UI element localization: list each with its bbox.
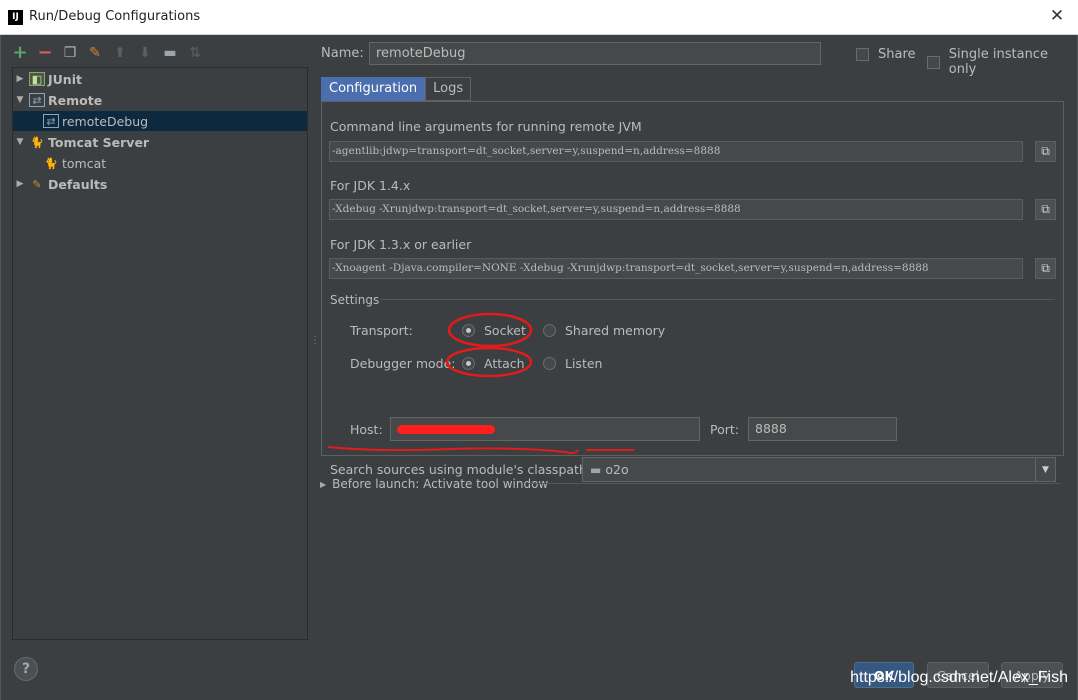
jdk13-field[interactable]: -Xnoagent -Djava.compiler=NONE -Xdebug -… xyxy=(329,258,1023,279)
share-checkbox[interactable]: Share xyxy=(856,47,916,62)
module-folder-icon: ▬ xyxy=(590,462,602,477)
folder-icon[interactable]: ▬ xyxy=(161,44,179,62)
before-launch-divider xyxy=(529,483,1061,484)
settings-divider xyxy=(380,299,1055,300)
move-up-icon[interactable]: ⬆ xyxy=(111,44,129,62)
tree-item-remote[interactable]: ▼ ⇄ Remote xyxy=(13,90,307,110)
name-input[interactable]: remoteDebug xyxy=(369,42,821,65)
remove-icon[interactable]: − xyxy=(36,44,54,62)
tab-logs[interactable]: Logs xyxy=(425,77,472,101)
host-label: Host: xyxy=(350,422,383,437)
port-label: Port: xyxy=(710,422,739,437)
transport-shared-memory-radio[interactable]: Shared memory xyxy=(543,323,665,338)
tomcat-icon: 🐈 xyxy=(30,135,44,149)
tree-item-tomcat-server[interactable]: ▼ 🐈 Tomcat Server xyxy=(13,132,307,152)
jdk14-field[interactable]: -Xdebug -Xrunjdwp:transport=dt_socket,se… xyxy=(329,199,1023,220)
copy-to-clipboard-icon[interactable]: ⧉ xyxy=(1035,141,1056,162)
settings-heading: Settings xyxy=(330,293,380,307)
window-title: Run/Debug Configurations xyxy=(29,9,201,24)
help-button[interactable]: ? xyxy=(14,657,38,681)
port-input[interactable]: 8888 xyxy=(748,417,897,441)
window-titlebar: IJ Run/Debug Configurations ✕ xyxy=(0,0,1078,35)
expand-arrow-icon[interactable]: ▶ xyxy=(13,74,27,84)
close-icon[interactable]: ✕ xyxy=(1046,5,1068,27)
wrench-icon: ✎ xyxy=(32,177,42,191)
junit-icon: ◧ xyxy=(29,72,45,86)
host-input[interactable] xyxy=(390,417,700,441)
cmd-args-label: Command line arguments for running remot… xyxy=(330,119,642,134)
cmd-args-field[interactable]: -agentlib:jdwp=transport=dt_socket,serve… xyxy=(329,141,1023,162)
redaction-mark xyxy=(397,425,495,434)
tree-item-remotedebug[interactable]: ⇄ remoteDebug xyxy=(13,111,307,131)
move-down-icon[interactable]: ⬇ xyxy=(136,44,154,62)
transport-socket-radio[interactable]: Socket xyxy=(462,323,526,338)
collapse-arrow-icon[interactable]: ▼ xyxy=(13,95,27,105)
jdk14-label: For JDK 1.4.x xyxy=(330,178,411,193)
copy-to-clipboard-icon[interactable]: ⧉ xyxy=(1035,258,1056,279)
tree-item-defaults[interactable]: ▶ ✎ Defaults xyxy=(13,174,307,194)
edit-defaults-icon[interactable]: ✎ xyxy=(86,44,104,62)
classpath-label: Search sources using module's classpath: xyxy=(330,462,592,477)
tree-item-junit[interactable]: ▶ ◧ JUnit xyxy=(13,69,307,89)
config-toolbar: + − ❐ ✎ ⬆ ⬇ ▬ ⇅ xyxy=(11,43,204,63)
debugger-mode-attach-radio[interactable]: Attach xyxy=(462,356,525,371)
configuration-panel: Command line arguments for running remot… xyxy=(321,101,1064,482)
debugger-mode-label: Debugger mode: xyxy=(350,356,456,371)
watermark-text: https://blog.csdn.net/Alex_Fish xyxy=(850,669,1068,686)
copy-to-clipboard-icon[interactable]: ⧉ xyxy=(1035,199,1056,220)
tree-item-tomcat[interactable]: 🐈 tomcat xyxy=(13,153,307,173)
config-tabs: Configuration Logs xyxy=(321,77,472,101)
expand-arrow-icon[interactable]: ▶ xyxy=(13,179,27,189)
debugger-mode-listen-radio[interactable]: Listen xyxy=(543,356,602,371)
tab-configuration[interactable]: Configuration xyxy=(321,77,426,101)
module-select[interactable]: ▬ o2o ▼ xyxy=(582,457,1056,482)
expand-arrow-icon[interactable]: ▶ xyxy=(320,480,326,489)
config-tree: ▶ ◧ JUnit ▼ ⇄ Remote ⇄ remoteDebug ▼ 🐈 T… xyxy=(12,67,308,640)
run-debug-dialog: + − ❐ ✎ ⬆ ⬇ ▬ ⇅ ▶ ◧ JUnit ▼ ⇄ Remote ⇄ r… xyxy=(0,35,1078,700)
add-icon[interactable]: + xyxy=(11,44,29,62)
copy-icon[interactable]: ❐ xyxy=(61,44,79,62)
intellij-icon: IJ xyxy=(8,10,23,25)
single-instance-checkbox[interactable]: Single instance only xyxy=(927,47,1077,77)
jdk13-label: For JDK 1.3.x or earlier xyxy=(330,237,472,252)
sort-icon[interactable]: ⇅ xyxy=(186,44,204,62)
chevron-down-icon[interactable]: ▼ xyxy=(1035,458,1055,481)
before-launch-toggle[interactable]: ▶ Before launch: Activate tool window xyxy=(320,477,548,491)
tomcat-config-icon: 🐈 xyxy=(44,156,58,170)
collapse-arrow-icon[interactable]: ▼ xyxy=(13,137,27,147)
transport-label: Transport: xyxy=(350,323,413,338)
remote-config-icon: ⇄ xyxy=(43,114,59,128)
name-label: Name: xyxy=(321,46,364,61)
remote-icon: ⇄ xyxy=(29,93,45,107)
splitter-handle[interactable]: ⋮ xyxy=(310,335,320,346)
